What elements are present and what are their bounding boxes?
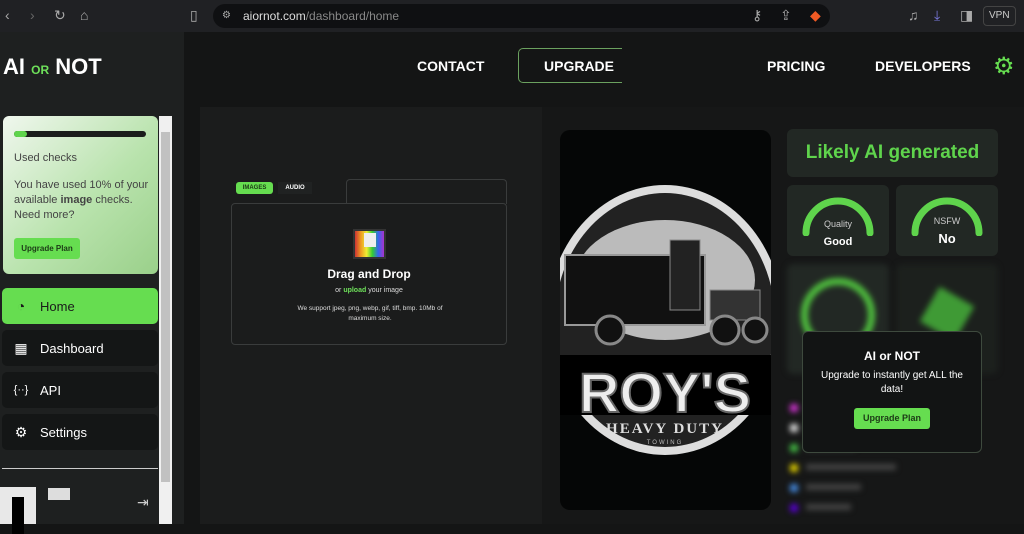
- usage-card: Used checks You have used 10% of your av…: [3, 116, 158, 274]
- sidebar-item-label: Home: [40, 298, 75, 314]
- drop-title: Drag and Drop: [327, 267, 411, 281]
- vpn-button[interactable]: VPN: [983, 6, 1016, 26]
- speedometer-icon: ◔: [16, 298, 26, 314]
- supported-formats: We support jpeg, png, webp, gif, tiff, b…: [297, 305, 443, 322]
- browser-toolbar: ‹ › ↻ ⌂ ▯ aiornot.com/dashboard/home ⚙ ⚷…: [0, 0, 1024, 32]
- usage-progress-bar: [14, 131, 146, 137]
- sidebar-item-label: Dashboard: [40, 340, 104, 356]
- user-name-redacted: [48, 488, 70, 500]
- sidebar-item-label: Settings: [40, 424, 87, 440]
- logo-line1: HEAVY DUTY: [606, 421, 724, 437]
- quality-label: Quality: [823, 219, 852, 229]
- brave-shield-icon[interactable]: ◆: [810, 7, 821, 24]
- sidebar-item-label: API: [40, 382, 61, 398]
- upgrade-plan-button[interactable]: Upgrade Plan: [14, 238, 80, 259]
- usage-title: Used checks: [14, 152, 77, 164]
- sidebar: [0, 32, 184, 524]
- nav-upgrade[interactable]: UPGRADE: [544, 58, 614, 74]
- logo[interactable]: AI OR NOT: [3, 54, 102, 80]
- sidebar-item-settings[interactable]: ⚙ Settings: [2, 414, 158, 450]
- nsfw-gauge-arc: [911, 197, 983, 237]
- image-upload-icon: [353, 229, 386, 259]
- logo-line2: TOWING: [647, 440, 684, 446]
- modal-title: AI or NOT: [864, 349, 920, 363]
- sidebar-scrollbar[interactable]: [159, 116, 172, 524]
- tab-images[interactable]: IMAGES: [236, 182, 273, 194]
- drop-subtitle: or upload your image: [232, 287, 506, 294]
- settings-gear-icon[interactable]: ⚙: [993, 52, 1015, 81]
- back-icon[interactable]: ‹: [5, 7, 10, 23]
- reload-icon[interactable]: ↻: [54, 7, 66, 24]
- address-bar[interactable]: aiornot.com/dashboard/home: [213, 4, 830, 28]
- logo-or: OR: [31, 63, 50, 77]
- forward-icon[interactable]: ›: [30, 7, 35, 23]
- url-path: /dashboard/home: [305, 9, 400, 23]
- usage-text: You have used 10% of your available imag…: [14, 178, 154, 223]
- share-icon[interactable]: ⇪: [780, 7, 792, 24]
- nav-contact[interactable]: CONTACT: [417, 58, 484, 74]
- analyzed-image: ROY'S HEAVY DUTY TOWING: [560, 130, 771, 510]
- tab-audio[interactable]: AUDIO: [278, 182, 312, 194]
- gear-icon: ⚙: [14, 423, 28, 440]
- sidebar-item-dashboard[interactable]: ▦ Dashboard: [2, 330, 158, 366]
- sidebar-item-home[interactable]: ◔ Home: [2, 288, 158, 324]
- url-host: aiornot.com: [243, 9, 306, 23]
- nsfw-gauge: NSFW No: [896, 185, 998, 256]
- key-icon[interactable]: ⚷: [752, 7, 762, 24]
- download-icon[interactable]: ⤓: [934, 7, 940, 24]
- logout-icon[interactable]: ⇥: [137, 494, 149, 511]
- nav-pricing[interactable]: PRICING: [767, 58, 825, 74]
- quality-value: Good: [823, 236, 853, 248]
- verdict-label: Likely AI generated: [787, 129, 998, 177]
- sidebar-toggle-icon[interactable]: ◨: [960, 7, 973, 24]
- usage-text-bold: image: [60, 194, 93, 206]
- logo-not: NOT: [55, 54, 102, 79]
- media-tabs: IMAGES AUDIO: [231, 179, 346, 204]
- upload-link[interactable]: upload: [343, 287, 366, 294]
- quality-gauge: Quality Good: [787, 185, 889, 256]
- quality-gauge-arc: [802, 197, 874, 237]
- modal-text: Upgrade to instantly get ALL the data!: [821, 370, 963, 395]
- usage-progress-fill: [14, 131, 28, 137]
- dashboard-icon: ▦: [14, 339, 28, 356]
- logo-ai: AI: [3, 54, 25, 79]
- upgrade-modal: AI or NOT Upgrade to instantly get ALL t…: [802, 331, 982, 453]
- nsfw-label: NSFW: [933, 216, 961, 226]
- logo-name: ROY'S: [579, 361, 751, 424]
- modal-upgrade-plan-button[interactable]: Upgrade Plan: [854, 408, 930, 429]
- drop-zone[interactable]: Drag and Drop or upload your image We su…: [231, 203, 507, 345]
- media-icon[interactable]: ♫: [908, 7, 919, 23]
- sidebar-item-api[interactable]: {··} API: [2, 372, 158, 408]
- avatar[interactable]: [0, 487, 36, 534]
- code-braces-icon: {··}: [13, 384, 29, 396]
- rest-text: your image: [366, 287, 403, 294]
- site-settings-icon[interactable]: ⚙: [222, 10, 231, 21]
- divider: [2, 468, 158, 469]
- nsfw-value: No: [938, 231, 956, 246]
- home-icon[interactable]: ⌂: [80, 7, 88, 23]
- towing-logo-image: ROY'S HEAVY DUTY TOWING: [560, 185, 771, 455]
- bookmark-icon[interactable]: ▯: [190, 7, 198, 24]
- nav-developers[interactable]: DEVELOPERS: [875, 58, 971, 74]
